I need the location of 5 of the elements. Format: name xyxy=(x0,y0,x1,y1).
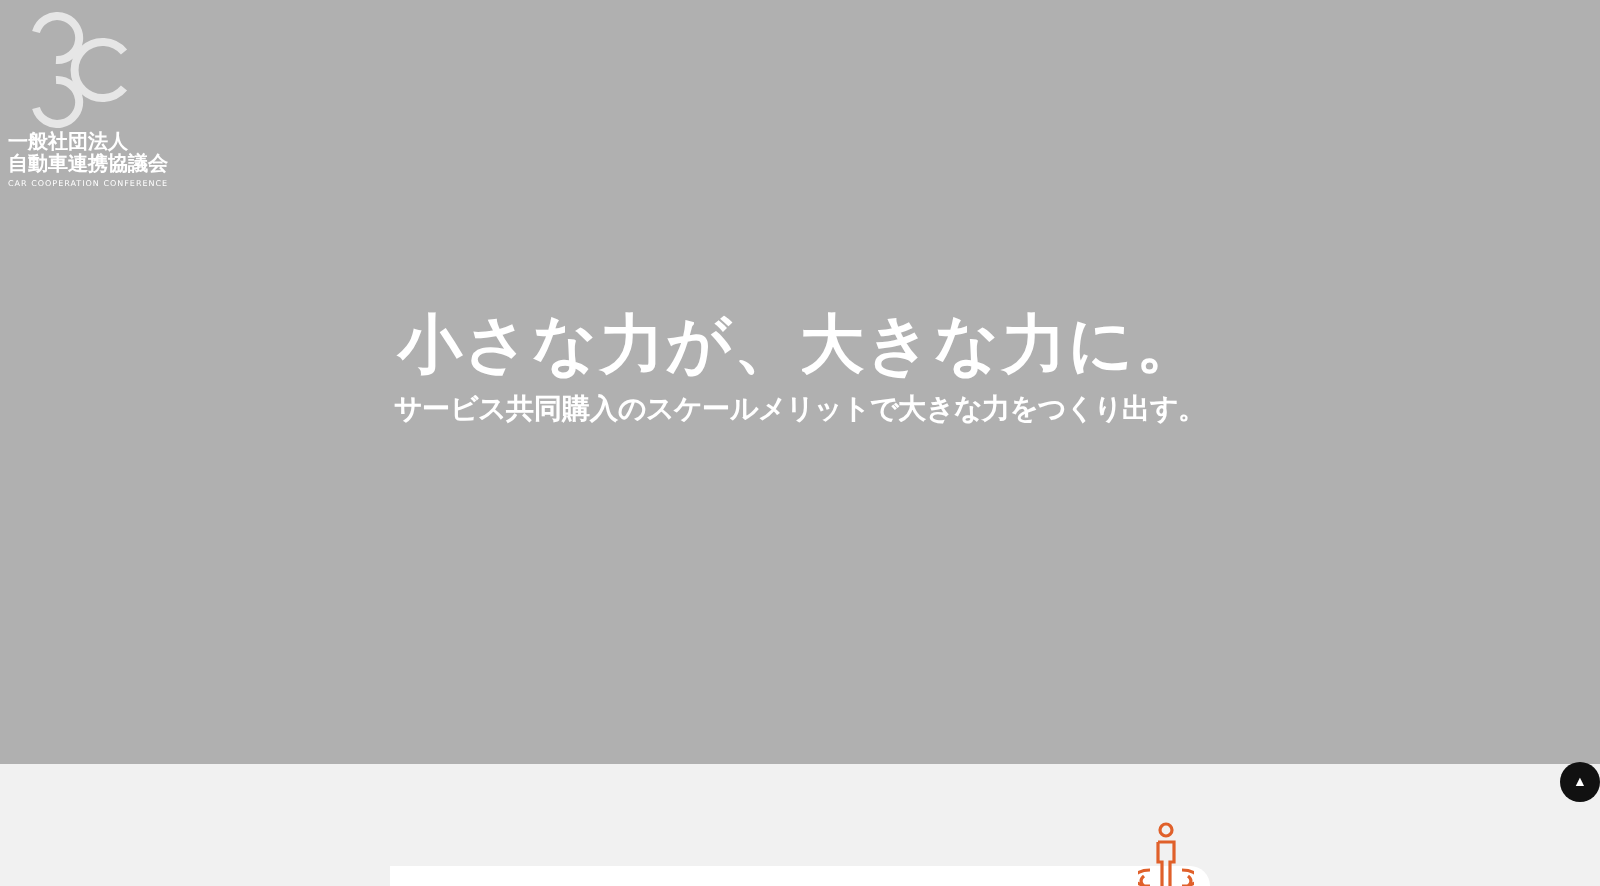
hero-subline: サービス共同購入のスケールメリットで大きな力をつくり出す。 xyxy=(394,392,1206,430)
organization-name: 自動車連携協議会 xyxy=(8,154,168,178)
hero-headline: 小さな力が、大きな力に。 xyxy=(398,304,1202,384)
person-icon xyxy=(1138,822,1194,886)
organization-type: 一般社団法人 xyxy=(8,132,128,154)
